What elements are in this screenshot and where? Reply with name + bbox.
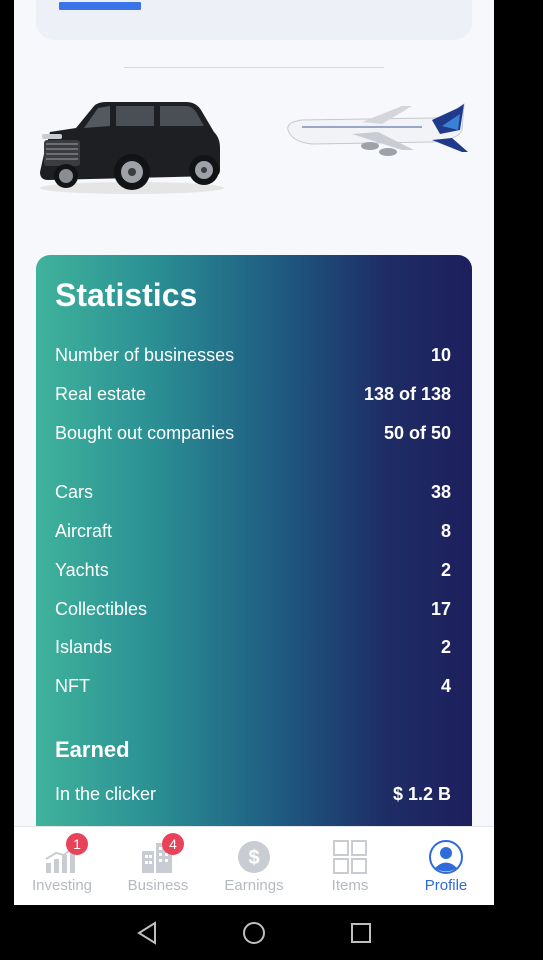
airplane-image	[287, 103, 468, 156]
stat-row: Aircraft 8	[55, 521, 451, 545]
stat-value: 10	[430, 345, 451, 365]
stat-row: Cars 38	[55, 482, 451, 506]
stat-value: 17	[430, 599, 451, 619]
statistics-card: Statistics Number of businesses 10 Real …	[36, 255, 472, 855]
car-image	[40, 102, 224, 194]
stat-value: 8	[440, 521, 451, 541]
stat-value: 2	[440, 560, 451, 580]
stat-label: Collectibles	[55, 599, 148, 619]
stat-row: Real estate 138 of 138	[55, 384, 451, 408]
progress-bar	[59, 2, 141, 10]
divider	[124, 67, 384, 68]
nav-earnings[interactable]: $ Earnings	[206, 827, 302, 905]
stat-label: Islands	[55, 637, 113, 657]
stat-label: Cars	[55, 482, 94, 502]
nav-label: Investing	[31, 877, 93, 894]
stat-row: Yachts 2	[55, 560, 451, 584]
back-icon[interactable]	[133, 919, 161, 947]
nav-profile[interactable]: Profile	[398, 827, 494, 905]
grid-icon	[333, 840, 367, 874]
notification-badge: 1	[66, 833, 88, 855]
earned-label: In the clicker	[55, 784, 157, 804]
stat-label: Number of businesses	[55, 345, 235, 365]
statistics-title: Statistics	[55, 277, 198, 313]
nav-investing[interactable]: 1 Investing	[14, 827, 110, 905]
bottom-nav: 1 Investing 4 Business $ Earnings Items …	[14, 826, 494, 905]
stat-value: 38	[430, 482, 451, 502]
nav-label: Business	[127, 877, 189, 894]
stat-label: Yachts	[55, 560, 109, 580]
stat-row: Bought out companies 50 of 50	[55, 423, 451, 447]
stat-label: Bought out companies	[55, 423, 235, 443]
stat-label: NFT	[55, 676, 90, 696]
user-icon	[429, 840, 463, 874]
stat-label: Aircraft	[55, 521, 113, 541]
top-card	[36, 0, 472, 40]
stat-row: Collectibles 17	[55, 599, 451, 623]
stat-value: 138 of 138	[363, 384, 451, 404]
nav-items[interactable]: Items	[302, 827, 398, 905]
home-icon[interactable]	[240, 919, 268, 947]
dollar-icon: $	[238, 841, 270, 873]
recents-icon[interactable]	[347, 919, 375, 947]
svg-text:$: $	[248, 847, 259, 869]
stat-value: 4	[440, 676, 451, 696]
nav-business[interactable]: 4 Business	[110, 827, 206, 905]
stat-row: Islands 2	[55, 637, 451, 661]
stat-value: 2	[440, 637, 451, 657]
stat-label: Real estate	[55, 384, 147, 404]
earned-row: In the clicker $ 1.2 B	[55, 784, 451, 808]
nav-label: Profile	[424, 877, 468, 894]
nav-label: Earnings	[224, 877, 284, 894]
system-nav-bar	[0, 905, 543, 960]
earned-value: $ 1.2 B	[392, 784, 451, 804]
stat-value: 50 of 50	[383, 423, 451, 443]
app-screen: Statistics Number of businesses 10 Real …	[14, 0, 494, 905]
stat-row: NFT 4	[55, 676, 451, 700]
nav-label: Items	[331, 877, 369, 894]
notification-badge: 4	[162, 833, 184, 855]
stat-row: Number of businesses 10	[55, 345, 451, 369]
earned-title: Earned	[55, 737, 130, 762]
